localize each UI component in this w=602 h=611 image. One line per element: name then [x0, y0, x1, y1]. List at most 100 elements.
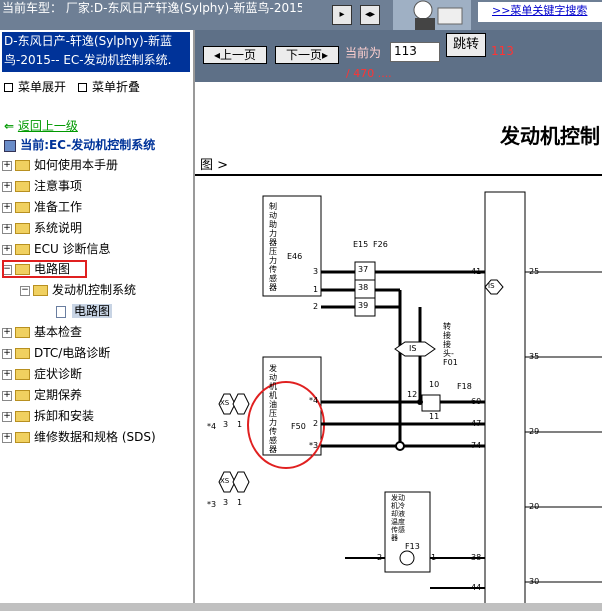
sensor3-label: 发动机冷却液温度传感器 — [391, 494, 405, 542]
pin-label: 2 — [377, 553, 383, 562]
total-pages: / 470 .... — [346, 67, 392, 80]
pin-label: 20 — [529, 502, 540, 511]
pin-label: 30 — [529, 577, 540, 586]
folder-icon — [15, 348, 30, 359]
sensor2-label: 发动机机油压力传感器 — [269, 364, 277, 454]
expand-plus-icon: + — [2, 326, 12, 338]
page-number-display: 113 — [491, 44, 514, 58]
expand-plus-icon: + — [2, 389, 12, 401]
tree-item[interactable]: + 系统说明 — [2, 218, 82, 238]
red-highlight-box — [2, 260, 87, 278]
split-arrows-icon: ◂▸ — [364, 9, 376, 20]
horizontal-scrollbar[interactable] — [0, 603, 602, 611]
arrow-right-icon: ▸ — [339, 9, 345, 20]
expand-plus-icon: + — [2, 201, 12, 213]
sensor2-code: F50 — [291, 422, 306, 431]
next-page-button[interactable]: 下一页▸ — [275, 46, 339, 64]
back-link[interactable]: ⇐ 返回上一级 — [4, 117, 78, 134]
pin-label: 39 — [358, 301, 369, 310]
pin-label: 74 — [471, 441, 482, 450]
keyword-search-link[interactable]: >>菜单关键字搜索 — [478, 2, 602, 22]
pin-label: 29 — [529, 427, 540, 436]
is-tag-right: IS — [488, 282, 495, 290]
pin-label: 38 — [471, 553, 482, 562]
expand-square-icon — [4, 83, 13, 92]
tree-item[interactable]: + 如何使用本手册 — [2, 155, 118, 175]
folder-icon — [15, 411, 30, 422]
sidebar: D-东风日产-轩逸(Sylphy)-新蓝鸟-2015-- EC-发动机控制系统.… — [0, 30, 195, 611]
collapse-minus-icon: − — [20, 284, 30, 296]
pin-label: 11 — [429, 412, 440, 421]
joint-label: 转接接头-F01 — [443, 322, 458, 367]
tree-item[interactable]: + 拆卸和安装 — [2, 406, 94, 426]
tree-item[interactable]: + 基本检查 — [2, 322, 82, 342]
joint-code: F18 — [457, 382, 472, 391]
collapse-menu-button[interactable]: 菜单折叠 — [78, 78, 140, 95]
folder-icon — [15, 369, 30, 380]
car-type-label: 当前车型： — [2, 1, 63, 15]
car-type-value: 厂家:D-东风日产轩逸(Sylphy)-新蓝鸟-2015- — [65, 1, 302, 15]
tree-item[interactable]: + ECU 诊断信息 — [2, 239, 111, 259]
folder-icon — [15, 160, 30, 171]
xs-tag-lower: XS — [220, 477, 230, 485]
xs-pin: 3 — [223, 420, 229, 429]
open-folder-icon — [33, 285, 48, 296]
xs-pin: 3 — [223, 498, 229, 507]
jump-button[interactable]: 跳转 — [446, 33, 486, 57]
pin-label: 3 — [313, 267, 319, 276]
tree-item[interactable]: + DTC/电路诊断 — [2, 343, 110, 363]
pin-label: 41 — [471, 267, 482, 276]
tree-item[interactable]: + 症状诊断 — [2, 364, 82, 384]
e15-label: E15 — [353, 240, 369, 249]
is-tag: IS — [409, 344, 417, 353]
pin-label: 1 — [313, 285, 319, 294]
document-page: 发动机控制 图 > 制动助力器压力传感器 E46 发动机机油压力传感器 F50 … — [195, 82, 602, 611]
nav-split-button[interactable]: ◂▸ — [360, 5, 380, 25]
xs-pin: 1 — [237, 498, 243, 507]
expand-plus-icon: + — [2, 159, 12, 171]
mascot-image — [393, 0, 471, 30]
tree-item[interactable]: + 维修数据和规格 (SDS) — [2, 427, 156, 447]
folder-icon — [15, 181, 30, 192]
pin-label: 37 — [358, 265, 369, 274]
pin-label: 47 — [471, 419, 482, 428]
expand-plus-icon: + — [2, 431, 12, 443]
tree-item-circuit-page[interactable]: 电路图 — [56, 301, 113, 321]
xs-pin: *3 — [207, 500, 217, 509]
pin-label: 2 — [313, 419, 319, 428]
content-panel: ◂上一页 下一页▸ 当前为 113 跳转 113 / 470 .... 发动机控… — [195, 30, 602, 611]
tree-item[interactable]: + 注意事项 — [2, 176, 82, 196]
page-number-input[interactable]: 113 — [390, 42, 440, 62]
sensor1-label: 制动助力器压力传感器 — [269, 202, 277, 292]
expand-plus-icon: + — [2, 347, 12, 359]
mascot-icon — [413, 0, 463, 30]
tree-item-engine-control[interactable]: − 发动机控制系统 — [20, 280, 136, 300]
pin-label: *3 — [309, 441, 319, 450]
collapse-square-icon — [78, 83, 87, 92]
computer-icon — [4, 139, 16, 152]
expand-menu-button[interactable]: 菜单展开 — [4, 78, 66, 95]
folder-icon — [15, 202, 30, 213]
expand-plus-icon: + — [2, 368, 12, 380]
pin-label: 44 — [471, 583, 482, 592]
pin-label: 38 — [358, 283, 369, 292]
pin-label: 35 — [529, 352, 540, 361]
current-page-label: 当前为 — [345, 46, 382, 60]
pin-label: 60 — [471, 397, 482, 406]
pager-bar: ◂上一页 下一页▸ 当前为 113 跳转 113 / 470 .... — [195, 30, 602, 82]
prev-page-button[interactable]: ◂上一页 — [203, 46, 267, 64]
document-icon — [56, 305, 66, 318]
nav-forward-button[interactable]: ▸ — [332, 5, 352, 25]
pin-label: 1 — [431, 553, 437, 562]
pin-label: 25 — [529, 267, 540, 276]
current-car-type: 当前车型： 厂家:D-东风日产轩逸(Sylphy)-新蓝鸟-2015- — [2, 1, 302, 29]
tree-item[interactable]: + 准备工作 — [2, 197, 82, 217]
pin-label: *4 — [309, 396, 319, 405]
sensor1-code: E46 — [287, 252, 303, 261]
tree-item[interactable]: + 定期保养 — [2, 385, 82, 405]
expand-plus-icon: + — [2, 222, 12, 234]
folder-icon — [15, 390, 30, 401]
xs-pin: 1 — [237, 420, 243, 429]
xs-tag: XS — [220, 399, 230, 407]
right-arrow-icon: ▸ — [321, 48, 329, 62]
